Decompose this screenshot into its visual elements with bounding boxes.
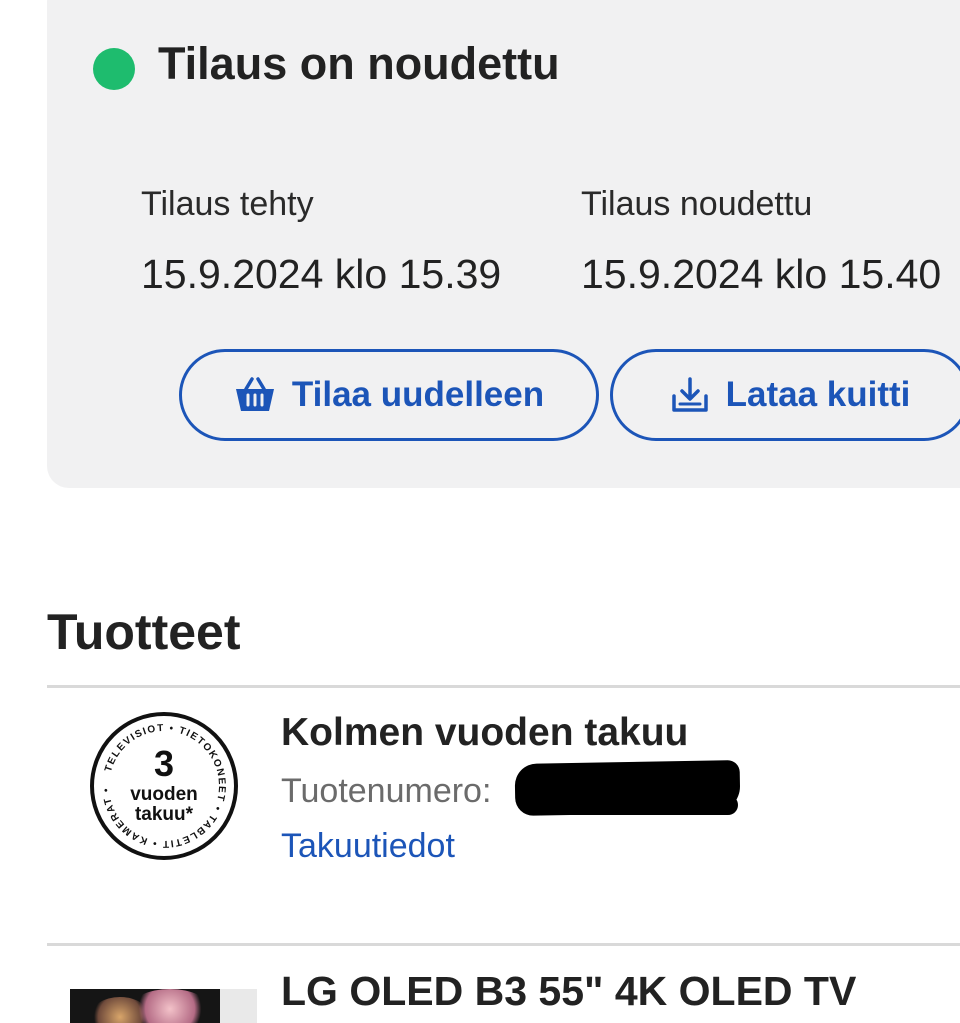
reorder-button[interactable]: Tilaa uudelleen	[179, 349, 599, 441]
svg-text:3: 3	[154, 743, 174, 784]
download-receipt-button[interactable]: Lataa kuitti	[610, 349, 960, 441]
product-name: Kolmen vuoden takuu	[281, 711, 689, 754]
status-indicator-dot	[93, 48, 135, 90]
order-picked-label: Tilaus noudettu	[581, 185, 813, 223]
warranty-badge-icon: TELEVISIOT • TIETOKONEET • TABLETIT • KA…	[90, 712, 238, 860]
products-divider	[47, 943, 960, 946]
products-section-title: Tuotteet	[47, 604, 241, 660]
tv-thumbnail[interactable]	[70, 989, 257, 1023]
svg-text:takuu*: takuu*	[135, 804, 194, 825]
download-receipt-label: Lataa kuitti	[725, 375, 911, 414]
order-created-value: 15.9.2024 klo 15.39	[141, 251, 502, 297]
order-status-title: Tilaus on noudettu	[158, 38, 560, 89]
basket-icon	[235, 377, 274, 411]
download-icon	[671, 377, 708, 412]
redaction-mark-tail	[548, 795, 738, 815]
product-name-tv[interactable]: LG OLED B3 55" 4K OLED TV	[281, 968, 856, 1015]
order-created-label: Tilaus tehty	[141, 185, 314, 223]
reorder-button-label: Tilaa uudelleen	[291, 375, 545, 414]
order-picked-value: 15.9.2024 klo 15.40	[581, 251, 942, 297]
tv-thumbnail-box	[220, 989, 257, 1023]
warranty-info-link[interactable]: Takuutiedot	[281, 827, 455, 866]
product-number-label: Tuotenumero:	[281, 772, 492, 810]
svg-text:vuoden: vuoden	[130, 784, 198, 805]
products-divider-top	[47, 685, 960, 688]
order-details-page: Tilaus on noudettu Tilaus tehty 15.9.202…	[0, 0, 960, 1023]
tv-thumbnail-glow-right	[130, 989, 210, 1023]
